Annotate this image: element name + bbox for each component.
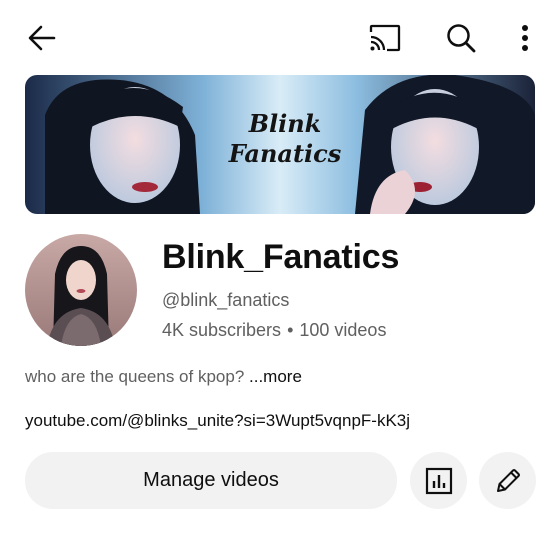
edit-button[interactable] xyxy=(479,452,536,509)
analytics-icon xyxy=(425,467,452,494)
channel-stats: 4K subscribers • 100 videos xyxy=(162,320,386,341)
description-text: who are the queens of kpop? xyxy=(25,367,249,386)
analytics-button[interactable] xyxy=(410,452,467,509)
manage-videos-button[interactable]: Manage videos xyxy=(25,452,397,509)
separator-dot: • xyxy=(287,320,294,340)
subscriber-count: 4K subscribers xyxy=(162,320,282,340)
top-app-bar xyxy=(0,0,560,76)
search-button[interactable] xyxy=(443,20,479,56)
pencil-icon xyxy=(496,468,520,492)
banner-title: Blink Fanatics xyxy=(228,109,342,168)
channel-banner: Blink Fanatics xyxy=(25,75,535,214)
channel-link[interactable]: youtube.com/@blinks_unite?si=3Wupt5vqnpF… xyxy=(25,411,410,431)
cast-button[interactable] xyxy=(366,20,404,56)
manage-videos-label: Manage videos xyxy=(143,469,279,491)
channel-name: Blink_Fanatics xyxy=(162,238,400,276)
channel-description[interactable]: who are the queens of kpop? ...more xyxy=(25,367,302,387)
back-button[interactable] xyxy=(24,20,60,56)
more-link[interactable]: ...more xyxy=(249,367,302,386)
more-vertical-icon xyxy=(522,25,528,51)
channel-handle: @blink_fanatics xyxy=(162,290,290,310)
cast-icon xyxy=(369,24,401,52)
video-count: 100 videos xyxy=(299,320,387,340)
search-icon xyxy=(447,24,476,53)
channel-avatar[interactable] xyxy=(25,234,137,346)
arrow-left-icon xyxy=(28,25,56,51)
more-options-button[interactable] xyxy=(512,20,538,56)
